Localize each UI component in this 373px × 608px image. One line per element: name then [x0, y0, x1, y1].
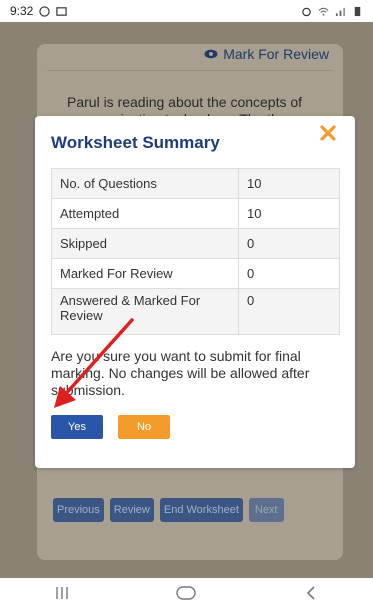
table-row: Answered & Marked For Review 0 [51, 288, 340, 335]
confirm-message: Are you sure you want to submit for fina… [51, 348, 310, 398]
close-icon[interactable] [319, 124, 337, 142]
previous-button[interactable]: Previous [53, 498, 104, 522]
no-button[interactable]: No [118, 415, 170, 439]
table-row: Attempted 10 [51, 198, 340, 229]
row-label: Attempted [51, 198, 239, 229]
wifi-icon [318, 7, 329, 16]
question-nav: Previous Review End Worksheet Next [53, 498, 284, 522]
dialog-title: Worksheet Summary [51, 133, 220, 152]
table-row: Skipped 0 [51, 228, 340, 259]
row-value: 0 [238, 258, 340, 289]
row-value: 10 [238, 198, 340, 229]
row-label: Answered & Marked For Review [51, 288, 239, 335]
mark-for-review-label: Mark For Review [223, 46, 329, 62]
row-value: 10 [238, 168, 340, 199]
review-button[interactable]: Review [109, 498, 154, 522]
worksheet-summary-dialog: Worksheet Summary No. of Questions 10 At… [35, 116, 355, 468]
whatsapp-icon [39, 5, 51, 17]
signal-icon [335, 7, 346, 16]
table-row: Marked For Review 0 [51, 258, 340, 289]
summary-table: No. of Questions 10 Attempted 10 Skipped… [51, 168, 340, 335]
end-worksheet-button[interactable]: End Worksheet [159, 498, 243, 522]
mark-for-review-link[interactable]: Mark For Review [204, 46, 329, 62]
eye-icon [204, 49, 218, 59]
system-nav-bar [0, 578, 373, 608]
table-row: No. of Questions 10 [51, 168, 340, 199]
gallery-icon [56, 6, 68, 16]
battery-icon [354, 6, 361, 16]
status-time: 9:32 [10, 4, 34, 18]
row-label: Skipped [51, 228, 239, 259]
status-bar: 9:32 [0, 0, 373, 22]
back-icon[interactable] [291, 582, 331, 604]
recent-apps-icon[interactable] [42, 582, 82, 604]
alarm-icon [302, 7, 311, 16]
yes-button[interactable]: Yes [51, 415, 103, 439]
row-value: 0 [238, 228, 340, 259]
next-button[interactable]: Next [248, 498, 284, 522]
home-icon[interactable] [166, 582, 206, 604]
divider [47, 70, 333, 71]
row-value: 0 [238, 288, 340, 335]
row-label: Marked For Review [51, 258, 239, 289]
row-label: No. of Questions [51, 168, 239, 199]
